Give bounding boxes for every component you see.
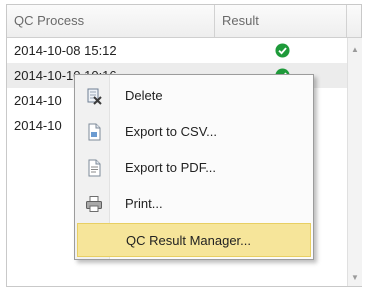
menu-item-label: Export to CSV...	[125, 124, 218, 139]
table-header: QC Process Result	[7, 5, 361, 38]
menu-item-label: Export to PDF...	[125, 160, 217, 175]
printer-icon	[86, 196, 102, 212]
menu-item-qc-result-manager[interactable]: QC Result Manager...	[77, 223, 311, 257]
row-datetime: 2014-10	[14, 118, 62, 133]
pdf-file-icon	[88, 159, 101, 177]
menu-item-label: QC Result Manager...	[126, 233, 251, 248]
column-header-empty	[347, 5, 361, 37]
menu-item-export-pdf[interactable]: Export to PDF...	[77, 151, 311, 185]
context-menu: Delete Export to CSV... Export to PDF...…	[74, 74, 314, 260]
menu-item-print[interactable]: Print...	[77, 187, 311, 221]
menu-item-label: Delete	[125, 88, 163, 103]
menu-item-delete[interactable]: Delete	[77, 79, 311, 113]
scroll-down-icon[interactable]: ▼	[351, 274, 359, 282]
vertical-scrollbar[interactable]: ▲ ▼	[347, 38, 362, 286]
column-header-result[interactable]: Result	[215, 5, 347, 37]
row-datetime: 2014-10-08 15:12	[14, 43, 117, 58]
check-circle-icon	[275, 43, 290, 58]
csv-file-icon	[88, 123, 101, 141]
scroll-up-icon[interactable]: ▲	[351, 46, 359, 54]
menu-item-export-csv[interactable]: Export to CSV...	[77, 115, 311, 149]
row-datetime: 2014-10	[14, 93, 62, 108]
table-row[interactable]: 2014-10-08 15:12	[7, 38, 347, 63]
delete-icon	[87, 88, 102, 105]
menu-item-label: Print...	[125, 196, 163, 211]
column-header-qc-process[interactable]: QC Process	[7, 5, 215, 37]
